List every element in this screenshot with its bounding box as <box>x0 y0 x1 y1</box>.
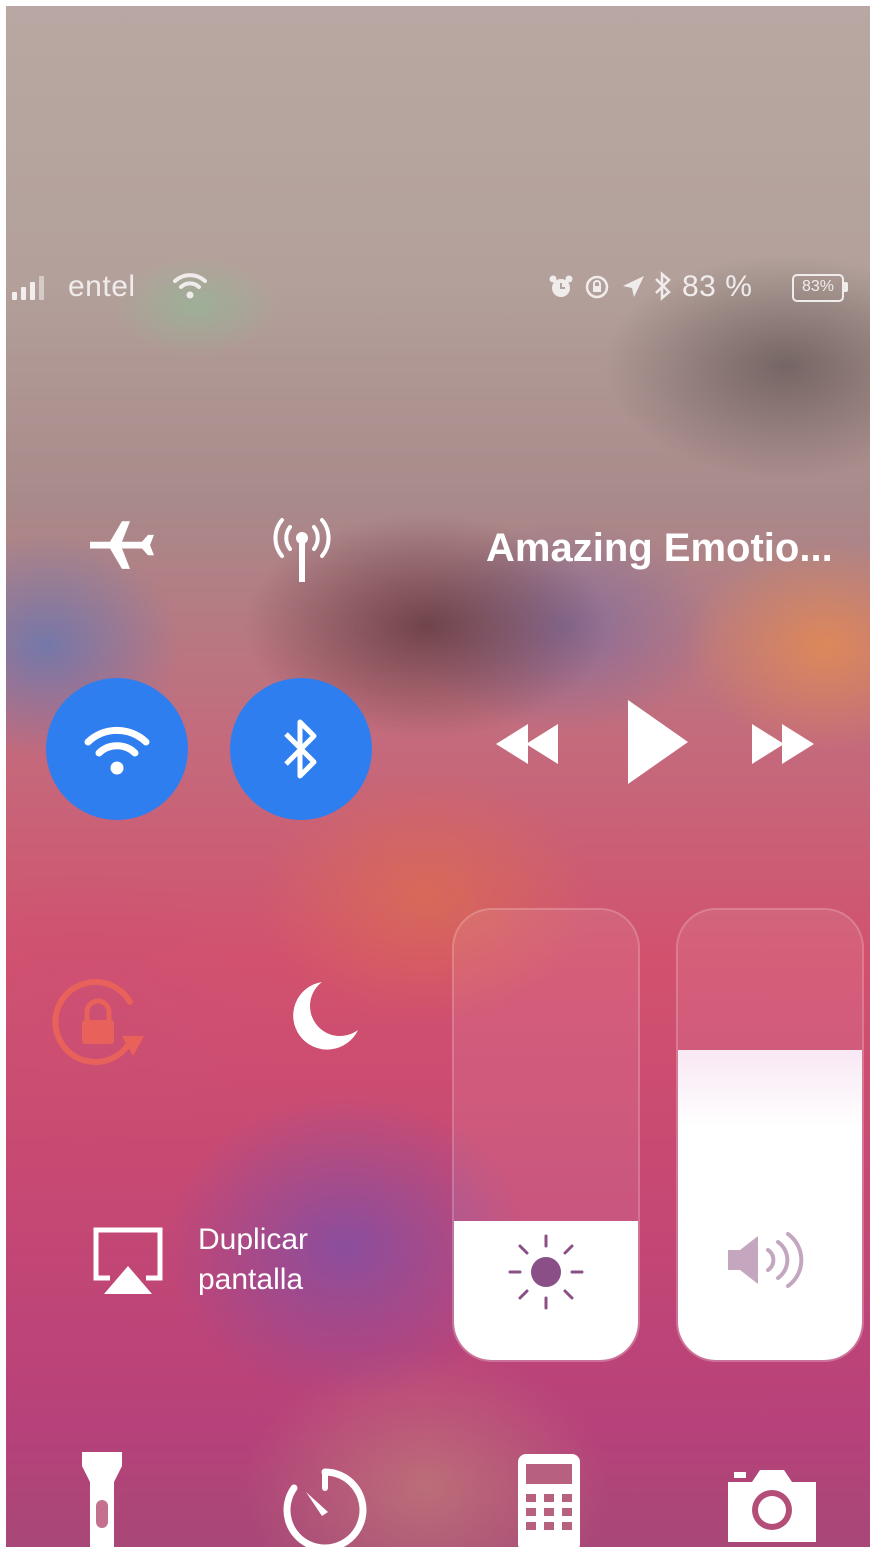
cellular-data-icon[interactable] <box>260 504 344 588</box>
brightness-slider[interactable] <box>452 908 640 1362</box>
bluetooth-toggle-button[interactable] <box>230 678 372 820</box>
airplane-mode-icon[interactable] <box>86 506 158 578</box>
screen-mirroring-label-line1: Duplicar <box>198 1223 309 1256</box>
flashlight-button[interactable] <box>76 1452 128 1547</box>
orientation-lock-button[interactable] <box>44 972 156 1072</box>
do-not-disturb-button[interactable] <box>288 978 362 1054</box>
battery-tip <box>844 282 848 292</box>
control-center: entel 83 % 83% Amazing Emotio... Duplica… <box>6 6 870 1547</box>
battery-icon: 83% <box>792 274 844 302</box>
bluetooth-icon <box>284 719 317 779</box>
wifi-icon <box>173 273 207 299</box>
play-button[interactable] <box>620 696 692 788</box>
speaker-icon <box>728 1232 804 1288</box>
battery-icon-label: 83% <box>801 278 835 295</box>
orientation-lock-icon <box>585 275 609 299</box>
wifi-toggle-button[interactable] <box>46 678 188 820</box>
airplay-icon[interactable] <box>92 1226 164 1298</box>
bluetooth-icon <box>655 271 671 301</box>
volume-level <box>678 1049 862 1360</box>
brightness-icon <box>508 1234 584 1310</box>
rewind-button[interactable] <box>492 718 562 770</box>
battery-percentage: 83 % <box>682 270 753 303</box>
volume-slider[interactable] <box>676 908 864 1362</box>
wifi-icon <box>84 726 150 775</box>
fast-forward-button[interactable] <box>748 718 818 770</box>
timer-button[interactable] <box>282 1462 368 1547</box>
screen-mirroring-label[interactable]: Duplicar pantalla <box>198 1220 308 1300</box>
signal-icon <box>12 276 46 300</box>
now-playing-title[interactable]: Amazing Emotio... <box>486 526 833 571</box>
screen-mirroring-label-line2: pantalla <box>198 1263 304 1296</box>
carrier-name: entel <box>68 270 136 303</box>
calculator-button[interactable] <box>516 1452 582 1547</box>
location-icon <box>623 276 644 297</box>
alarm-icon <box>549 275 573 297</box>
camera-button[interactable] <box>724 1464 820 1544</box>
